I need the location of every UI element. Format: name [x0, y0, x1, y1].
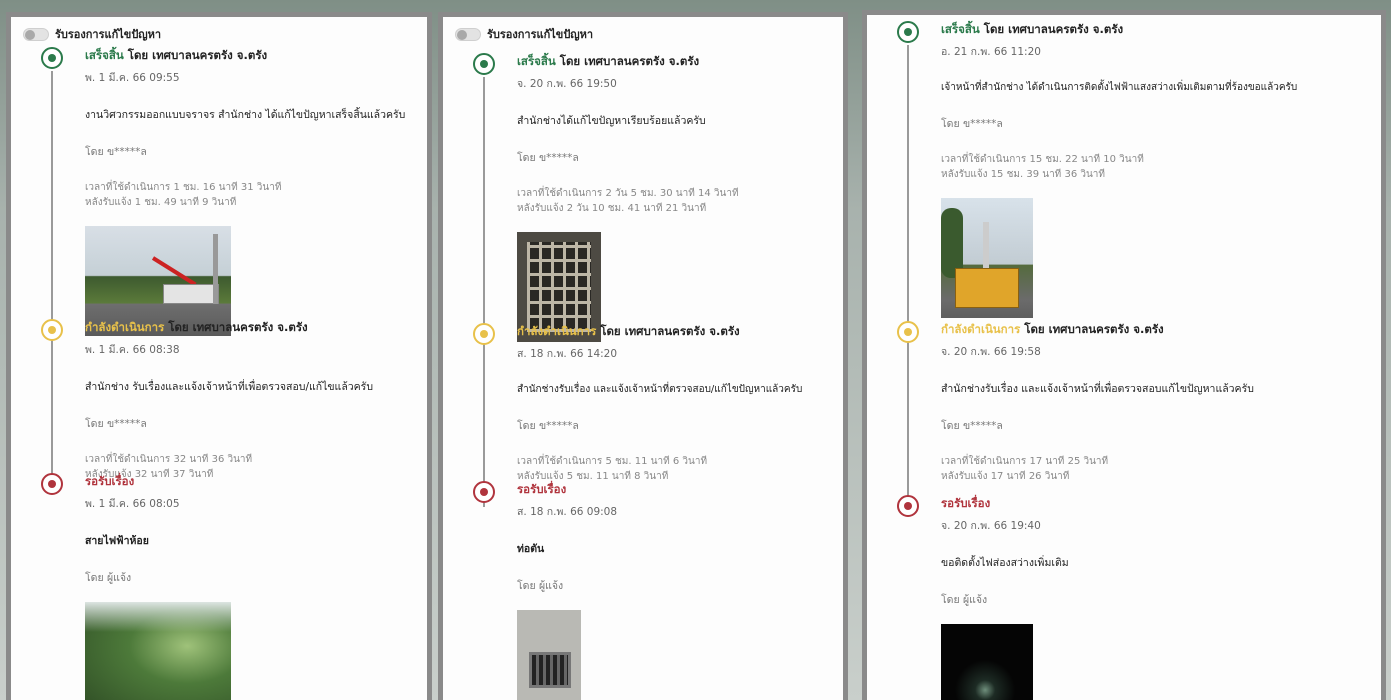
evidence-photo[interactable] — [941, 198, 1033, 318]
entry-author: โดย ข*****ล — [85, 146, 147, 158]
entry-duration: เวลาที่ใช้ดำเนินการ 15 ชม. 22 นาที 10 วิ… — [941, 152, 1367, 182]
agency-label: โดย เทศบาลนครตรัง จ.ตรัง — [600, 324, 740, 338]
entry-date: ส. 18 ก.พ. 66 14:20 — [517, 348, 618, 360]
entry-date: จ. 20 ก.พ. 66 19:58 — [941, 346, 1041, 358]
agency-label: โดย เทศบาลนครตรัง จ.ตรัง — [559, 54, 700, 68]
entry-title: รอรับเรื่อง — [85, 473, 413, 491]
status-label: กำลังดำเนินการ — [517, 324, 597, 338]
entry-message: เจ้าหน้าที่สำนักช่าง ได้ดำเนินการติดตั้ง… — [941, 82, 1298, 93]
entry-duration: เวลาที่ใช้ดำเนินการ 2 วัน 5 ชม. 30 นาที … — [517, 186, 829, 216]
entry-duration: เวลาที่ใช้ดำเนินการ 5 ชม. 11 นาที 6 วินา… — [517, 454, 829, 484]
entry-title: เสร็จสิ้น โดย เทศบาลนครตรัง จ.ตรัง — [517, 53, 829, 71]
status-waiting-icon — [897, 495, 919, 517]
time-used: เวลาที่ใช้ดำเนินการ 32 นาที 36 วินาที — [85, 454, 253, 465]
time-since-report: หลังรับแจ้ง 15 ชม. 39 นาที 36 วินาที — [941, 169, 1106, 180]
entry-duration: เวลาที่ใช้ดำเนินการ 17 นาที 25 วินาที หล… — [941, 454, 1367, 484]
time-since-report: หลังรับแจ้ง 2 วัน 10 ชม. 41 นาที 21 วินา… — [517, 203, 707, 214]
status-label: เสร็จสิ้น — [941, 22, 980, 36]
entry-duration: เวลาที่ใช้ดำเนินการ 1 ชม. 16 นาที 31 วิน… — [85, 180, 413, 210]
entry-author: โดย ข*****ล — [941, 420, 1003, 432]
entry-message: งานวิศวกรรมออกแบบจราจร สำนักช่าง ได้แก้ไ… — [85, 109, 406, 121]
report-photo[interactable] — [941, 624, 1033, 700]
entry-message: ท่อตัน — [517, 543, 545, 555]
timeline-connector — [907, 45, 909, 505]
status-in-progress-icon — [41, 319, 63, 341]
status-label: รอรับเรื่อง — [85, 474, 135, 488]
time-used: เวลาที่ใช้ดำเนินการ 5 ชม. 11 นาที 6 วินา… — [517, 456, 708, 467]
entry-author: โดย ข*****ล — [941, 118, 1003, 130]
entry-title: กำลังดำเนินการ โดย เทศบาลนครตรัง จ.ตรัง — [941, 321, 1367, 339]
status-waiting-icon — [473, 481, 495, 503]
status-done-icon — [41, 47, 63, 69]
time-used: เวลาที่ใช้ดำเนินการ 2 วัน 5 ชม. 30 นาที … — [517, 188, 739, 199]
entry-date: ส. 18 ก.พ. 66 09:08 — [517, 506, 618, 518]
entry-message: สำนักช่าง รับเรื่องและแจ้งเจ้าหน้าที่เพื… — [85, 381, 373, 393]
entry-message: สำนักช่างรับเรื่อง และแจ้งเจ้าหน้าที่เพื… — [941, 383, 1254, 395]
time-used: เวลาที่ใช้ดำเนินการ 1 ชม. 16 นาที 31 วิน… — [85, 182, 282, 193]
entry-date: พ. 1 มี.ค. 66 09:55 — [85, 72, 180, 84]
status-done-icon — [473, 53, 495, 75]
entry-author: โดย ผู้แจ้ง — [941, 594, 988, 606]
entry-title: กำลังดำเนินการ โดย เทศบาลนครตรัง จ.ตรัง — [85, 319, 413, 337]
entry-author: โดย ผู้แจ้ง — [85, 572, 132, 584]
timeline-connector — [483, 77, 485, 507]
report-photo[interactable] — [85, 602, 231, 700]
entry-message: สำนักช่างรับเรื่อง และแจ้งเจ้าหน้าที่ตรว… — [517, 384, 803, 395]
entry-date: จ. 20 ก.พ. 66 19:50 — [517, 78, 617, 90]
status-label: กำลังดำเนินการ — [941, 322, 1021, 336]
entry-message: สำนักช่างได้แก้ไขปัญหาเรียบร้อยแล้วครับ — [517, 115, 706, 127]
timeline-connector — [51, 71, 53, 489]
approve-toggle-row[interactable]: รับรองการแก้ไขปัญหา — [455, 25, 593, 43]
entry-author: โดย ผู้แจ้ง — [517, 580, 564, 592]
approve-toggle-label: รับรองการแก้ไขปัญหา — [55, 28, 162, 41]
entry-title: รอรับเรื่อง — [941, 495, 1367, 513]
status-in-progress-icon — [473, 323, 495, 345]
timeline-panel-3: เสร็จสิ้น โดย เทศบาลนครตรัง จ.ตรัง อ. 21… — [862, 10, 1386, 700]
status-label: กำลังดำเนินการ — [85, 320, 165, 334]
entry-date: พ. 1 มี.ค. 66 08:05 — [85, 498, 180, 510]
time-since-report: หลังรับแจ้ง 17 นาที 26 วินาที — [941, 471, 1070, 482]
entry-date: พ. 1 มี.ค. 66 08:38 — [85, 344, 180, 356]
entry-title: เสร็จสิ้น โดย เทศบาลนครตรัง จ.ตรัง — [941, 21, 1367, 39]
time-used: เวลาที่ใช้ดำเนินการ 15 ชม. 22 นาที 10 วิ… — [941, 154, 1144, 165]
entry-title: รอรับเรื่อง — [517, 481, 829, 499]
status-label: รอรับเรื่อง — [517, 482, 567, 496]
entry-title: เสร็จสิ้น โดย เทศบาลนครตรัง จ.ตรัง — [85, 47, 413, 65]
entry-author: โดย ข*****ล — [85, 418, 147, 430]
status-label: รอรับเรื่อง — [941, 496, 991, 510]
timeline-panel-2: รับรองการแก้ไขปัญหา เสร็จสิ้น โดย เทศบาล… — [438, 12, 848, 700]
entry-date: จ. 20 ก.พ. 66 19:40 — [941, 520, 1041, 532]
status-label: เสร็จสิ้น — [85, 48, 124, 62]
approve-toggle-label: รับรองการแก้ไขปัญหา — [487, 28, 594, 41]
status-done-icon — [897, 21, 919, 43]
agency-label: โดย เทศบาลนครตรัง จ.ตรัง — [983, 22, 1124, 36]
agency-label: โดย เทศบาลนครตรัง จ.ตรัง — [127, 48, 268, 62]
timeline-panel-1: รับรองการแก้ไขปัญหา เสร็จสิ้น โดย เทศบาล… — [6, 12, 432, 700]
approve-toggle[interactable] — [23, 27, 49, 41]
approve-toggle[interactable] — [455, 27, 481, 41]
entry-message: ขอติดตั้งไฟส่องสว่างเพิ่มเติม — [941, 557, 1069, 569]
entry-title: กำลังดำเนินการ โดย เทศบาลนครตรัง จ.ตรัง — [517, 323, 829, 341]
status-in-progress-icon — [897, 321, 919, 343]
entry-author: โดย ข*****ล — [517, 152, 579, 164]
agency-label: โดย เทศบาลนครตรัง จ.ตรัง — [168, 320, 308, 334]
time-since-report: หลังรับแจ้ง 1 ชม. 49 นาที 9 วินาที — [85, 197, 237, 208]
report-photo[interactable] — [517, 610, 581, 700]
agency-label: โดย เทศบาลนครตรัง จ.ตรัง — [1024, 322, 1164, 336]
entry-date: อ. 21 ก.พ. 66 11:20 — [941, 46, 1041, 58]
approve-toggle-row[interactable]: รับรองการแก้ไขปัญหา — [23, 25, 161, 43]
status-label: เสร็จสิ้น — [517, 54, 556, 68]
entry-message: สายไฟฟ้าห้อย — [85, 535, 149, 547]
time-used: เวลาที่ใช้ดำเนินการ 17 นาที 25 วินาที — [941, 456, 1109, 467]
status-waiting-icon — [41, 473, 63, 495]
entry-author: โดย ข*****ล — [517, 420, 579, 432]
